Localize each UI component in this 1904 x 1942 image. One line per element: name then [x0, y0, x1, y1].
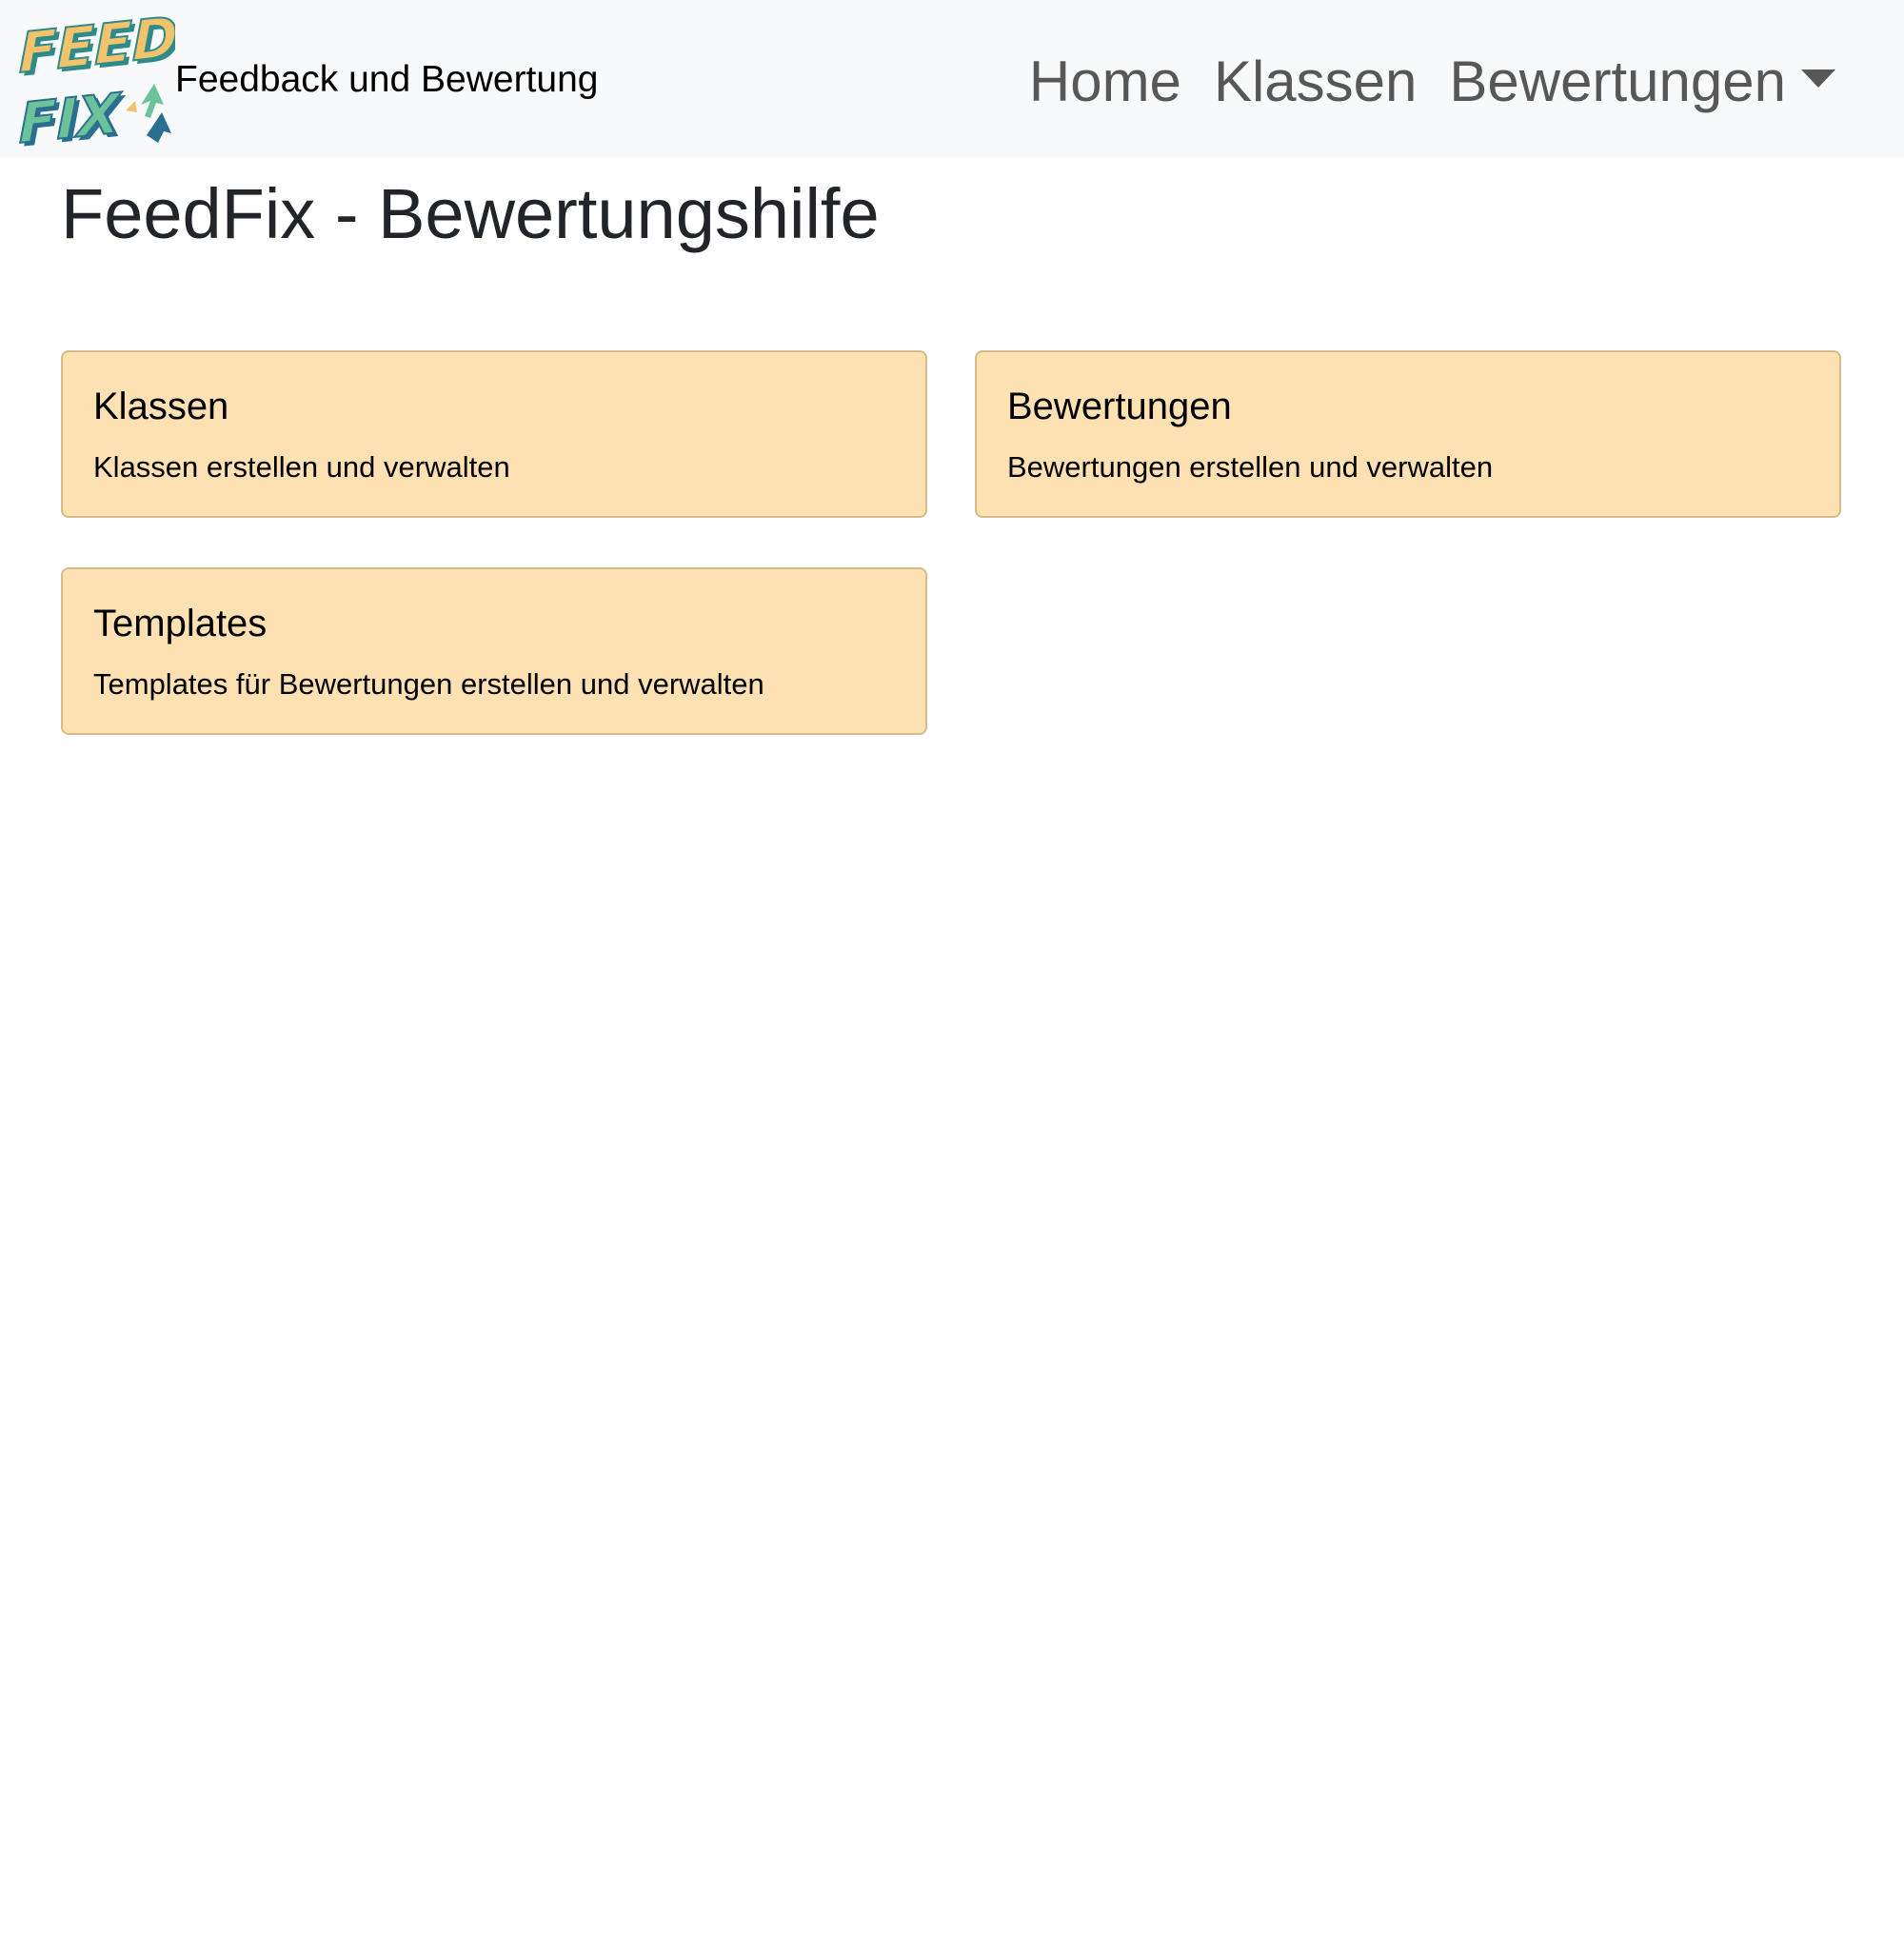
card-title: Templates — [93, 603, 268, 644]
caret-down-icon — [1801, 69, 1835, 88]
card-text: Templates für Bewertungen erstellen und … — [93, 667, 764, 701]
card-text: Klassen erstellen und verwalten — [93, 450, 510, 484]
card-templates[interactable]: Templates Templates für Bewertungen erst… — [61, 567, 927, 735]
card-title: Bewertungen — [1007, 386, 1232, 427]
card-text: Bewertungen erstellen und verwalten — [1007, 450, 1494, 484]
navbar: FEED FEED FIX FIX Feedback und Bewertung… — [0, 0, 1904, 158]
nav-bewertungen-label: Bewertungen — [1449, 50, 1786, 113]
feedfix-logo: FEED FEED FIX FIX — [19, 13, 175, 147]
nav-home[interactable]: Home — [1029, 44, 1181, 120]
page-title: FeedFix - Bewertungshilfe — [61, 174, 880, 253]
card-bewertungen[interactable]: Bewertungen Bewertungen erstellen und ve… — [975, 350, 1841, 518]
card-title: Klassen — [93, 386, 229, 427]
brand-text: Feedback und Bewertung — [175, 59, 599, 100]
main-nav: Home Klassen Bewertungen — [997, 44, 1835, 120]
nav-bewertungen-dropdown[interactable]: Bewertungen — [1449, 44, 1835, 120]
nav-klassen[interactable]: Klassen — [1214, 44, 1417, 120]
card-klassen[interactable]: Klassen Klassen erstellen und verwalten — [61, 350, 927, 518]
brand-link[interactable]: FEED FEED FIX FIX Feedback und Bewertung — [19, 13, 598, 147]
svg-text:FIX: FIX — [19, 81, 123, 147]
